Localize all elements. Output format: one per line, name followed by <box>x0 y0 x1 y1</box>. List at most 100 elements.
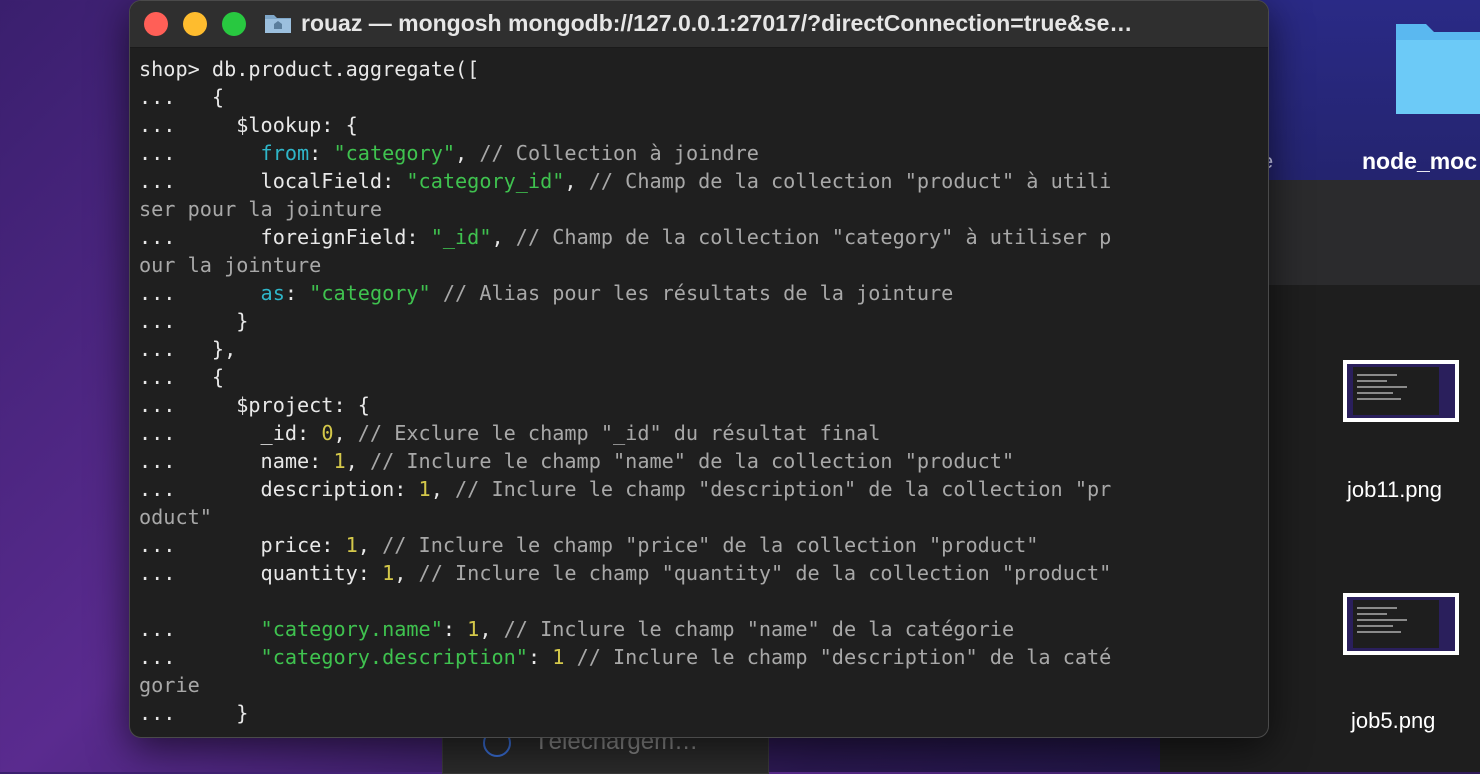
terminal-token: , <box>430 477 456 501</box>
terminal-token: ... <box>139 645 261 669</box>
terminal-token: "category" <box>309 281 431 305</box>
terminal-line: ... quantity: 1, // Inclure le champ "qu… <box>139 559 1259 587</box>
terminal-token: , <box>491 225 516 249</box>
terminal-token: ... _id: <box>139 421 322 445</box>
terminal-token: ... <box>139 617 261 641</box>
terminal-token: // Inclure le champ "description" de la … <box>455 477 1112 501</box>
terminal-token: "category.name" <box>260 617 443 641</box>
terminal-line: ... foreignField: "_id", // Champ de la … <box>139 223 1259 251</box>
terminal-token: , <box>564 169 589 193</box>
minimize-button[interactable] <box>183 12 207 36</box>
terminal-line: ... "category.description": 1 // Inclure… <box>139 643 1259 671</box>
terminal-token: 1 <box>552 645 565 669</box>
terminal-token: ... { <box>139 85 225 109</box>
terminal-token: 0 <box>321 421 334 445</box>
terminal-token: ... quantity: <box>139 561 383 585</box>
terminal-token: ser pour la jointure <box>139 197 383 221</box>
terminal-line: ... "category.name": 1, // Inclure le ch… <box>139 615 1259 643</box>
terminal-token: // Inclure le champ "name" de la catégor… <box>503 617 1015 641</box>
close-button[interactable] <box>144 12 168 36</box>
terminal-line: ... _id: 0, // Exclure le champ "_id" du… <box>139 419 1259 447</box>
terminal-token: "category_id" <box>406 169 565 193</box>
terminal-token: // Inclure le champ "description" de la … <box>576 645 1112 669</box>
terminal-token: 1 <box>333 449 346 473</box>
terminal-token: : <box>284 281 310 305</box>
terminal-line: ... localField: "category_id", // Champ … <box>139 167 1259 195</box>
terminal-line: ... as: "category" // Alias pour les rés… <box>139 279 1259 307</box>
terminal-token: , <box>394 561 419 585</box>
terminal-line: oduct" <box>139 503 1259 531</box>
terminal-output[interactable]: shop> db.product.aggregate([... {... $lo… <box>139 55 1259 727</box>
terminal-token: 1 <box>467 617 480 641</box>
terminal-token: ... $project: { <box>139 393 370 417</box>
terminal-token: : <box>442 617 468 641</box>
folder-label[interactable]: node_moc <box>1362 148 1477 175</box>
file-label-job5[interactable]: job5.png <box>1351 708 1435 734</box>
terminal-token: ... } <box>139 701 249 725</box>
terminal-line: ... from: "category", // Collection à jo… <box>139 139 1259 167</box>
terminal-token: : <box>309 141 334 165</box>
maximize-button[interactable] <box>222 12 246 36</box>
terminal-token: "_id" <box>430 225 492 249</box>
file-label-job11[interactable]: job11.png <box>1347 477 1442 503</box>
terminal-token: : <box>527 645 553 669</box>
terminal-token: // Collection à joindre <box>479 141 759 165</box>
terminal-token: gorie <box>139 673 200 697</box>
terminal-token: 1 <box>418 477 431 501</box>
file-thumbnail-job11[interactable] <box>1343 360 1459 422</box>
terminal-line: our la jointure <box>139 251 1259 279</box>
terminal-line: ... $lookup: { <box>139 111 1259 139</box>
terminal-line: ... { <box>139 363 1259 391</box>
terminal-line: ser pour la jointure <box>139 195 1259 223</box>
terminal-token: ... } <box>139 309 249 333</box>
terminal-token: oduct" <box>139 505 212 529</box>
terminal-token: "category" <box>333 141 456 165</box>
terminal-token: // Champ de la collection "product" à ut… <box>588 169 1112 193</box>
terminal-token: // Champ de la collection "category" à u… <box>515 225 1112 249</box>
terminal-window[interactable]: rouaz — mongosh mongodb://127.0.0.1:2701… <box>129 0 1269 738</box>
terminal-token: ... <box>139 281 261 305</box>
terminal-token: ... { <box>139 365 225 389</box>
terminal-line: ... price: 1, // Inclure le champ "price… <box>139 531 1259 559</box>
terminal-line: shop> db.product.aggregate([ <box>139 55 1259 83</box>
folder-icon[interactable] <box>1392 18 1480 120</box>
window-title: rouaz — mongosh mongodb://127.0.0.1:2701… <box>301 10 1133 36</box>
terminal-token: from <box>260 141 310 165</box>
terminal-token: ... }, <box>139 337 237 361</box>
terminal-token: // Alias pour les résultats de la jointu… <box>442 281 954 305</box>
terminal-token: ... localField: <box>139 169 407 193</box>
terminal-line: ... description: 1, // Inclure le champ … <box>139 475 1259 503</box>
terminal-line: ... $project: { <box>139 391 1259 419</box>
terminal-token: as <box>260 281 285 305</box>
title-bar[interactable]: rouaz — mongosh mongodb://127.0.0.1:2701… <box>130 1 1268 48</box>
terminal-token: ... description: <box>139 477 419 501</box>
terminal-token: ... foreignField: <box>139 225 431 249</box>
terminal-token: our la jointure <box>139 253 322 277</box>
terminal-line: ... }, <box>139 335 1259 363</box>
terminal-line: ... } <box>139 307 1259 335</box>
terminal-token: 1 <box>345 533 358 557</box>
terminal-token: shop> db.product.aggregate([ <box>139 57 480 81</box>
terminal-line: gorie <box>139 671 1259 699</box>
terminal-token: , <box>357 533 383 557</box>
terminal-token: // Inclure le champ "price" de la collec… <box>382 533 1039 557</box>
terminal-token: , <box>479 617 504 641</box>
terminal-line: ... } <box>139 699 1259 727</box>
terminal-token: ... price: <box>139 533 346 557</box>
file-thumbnail-job5[interactable] <box>1343 593 1459 655</box>
terminal-token: , <box>345 449 370 473</box>
terminal-token: 1 <box>382 561 395 585</box>
terminal-token: , <box>455 141 480 165</box>
terminal-token: // Inclure le champ "quantity" de la col… <box>418 561 1112 585</box>
terminal-token: "category.description" <box>260 645 528 669</box>
terminal-token: // Exclure le champ "_id" du résultat fi… <box>357 421 881 445</box>
home-folder-icon <box>265 15 291 33</box>
terminal-token: ... <box>139 141 261 165</box>
terminal-token: , <box>333 421 358 445</box>
terminal-token: // Inclure le champ "name" de la collect… <box>369 449 1015 473</box>
terminal-line: ... name: 1, // Inclure le champ "name" … <box>139 447 1259 475</box>
terminal-line: ... { <box>139 83 1259 111</box>
